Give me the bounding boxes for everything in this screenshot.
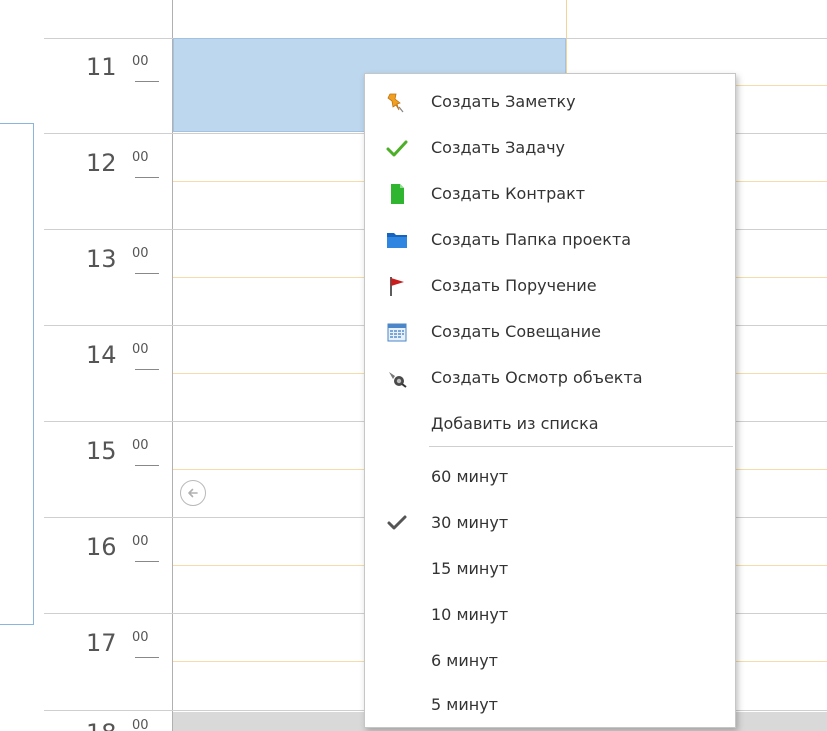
hour-minutes: 00 — [132, 54, 149, 69]
back-arrow-icon[interactable] — [180, 480, 206, 506]
hour-label-18: 18 00 — [86, 712, 166, 731]
minutes-underline — [135, 273, 159, 274]
inspection-icon — [385, 366, 409, 390]
hour-minutes: 00 — [132, 718, 149, 731]
hour-minutes: 00 — [132, 438, 149, 453]
menu-item-add-from-list[interactable]: Добавить из списка — [365, 401, 735, 447]
menu-item-6-min[interactable]: 6 минут — [365, 638, 735, 684]
document-icon — [385, 182, 409, 206]
hour-number: 12 — [86, 149, 117, 177]
folder-icon — [385, 228, 409, 252]
menu-item-create-note[interactable]: Создать Заметку — [365, 79, 735, 125]
menu-item-10-min[interactable]: 10 минут — [365, 592, 735, 638]
hour-number: 18 — [86, 718, 117, 731]
menu-item-create-project-folder[interactable]: Создать Папка проекта — [365, 217, 735, 263]
menu-item-create-meeting[interactable]: Создать Совещание — [365, 309, 735, 355]
minutes-underline — [135, 81, 159, 82]
menu-item-label: Создать Совещание — [431, 322, 601, 341]
checkmark-icon — [385, 511, 409, 535]
menu-item-label: Создать Задачу — [431, 138, 566, 157]
menu-item-label: 6 минут — [431, 651, 498, 670]
hour-number: 13 — [86, 245, 117, 273]
hour-label-13: 13 00 — [86, 244, 166, 304]
hour-label-16: 16 00 — [86, 532, 166, 592]
menu-item-label: Добавить из списка — [431, 414, 599, 433]
hour-number: 11 — [86, 53, 117, 81]
hour-label-17: 17 00 — [86, 628, 166, 688]
hour-number: 17 — [86, 629, 117, 657]
minutes-underline — [135, 657, 159, 658]
menu-item-label: 10 минут — [431, 605, 509, 624]
menu-item-label: Создать Заметку — [431, 92, 576, 111]
menu-item-label: Создать Папка проекта — [431, 230, 632, 249]
range-bracket — [0, 123, 34, 625]
hour-minutes: 00 — [132, 342, 149, 357]
hour-minutes: 00 — [132, 630, 149, 645]
menu-item-30-min[interactable]: 30 минут — [365, 500, 735, 546]
hour-minutes: 00 — [132, 534, 149, 549]
minutes-underline — [135, 465, 159, 466]
menu-item-label: 60 минут — [431, 467, 509, 486]
menu-item-label: 5 минут — [431, 695, 498, 714]
menu-item-label: 30 минут — [431, 513, 509, 532]
hour-label-14: 14 00 — [86, 340, 166, 400]
minutes-underline — [135, 369, 159, 370]
hour-label-15: 15 00 — [86, 436, 166, 496]
menu-item-create-task[interactable]: Создать Задачу — [365, 125, 735, 171]
hour-number: 16 — [86, 533, 117, 561]
hour-number: 15 — [86, 437, 117, 465]
menu-item-label: Создать Поручение — [431, 276, 597, 295]
menu-item-label: Создать Осмотр объекта — [431, 368, 643, 387]
menu-item-create-site-inspection[interactable]: Создать Осмотр объекта — [365, 355, 735, 401]
menu-item-label: Создать Контракт — [431, 184, 586, 203]
flag-icon — [385, 274, 409, 298]
pushpin-icon — [385, 90, 409, 114]
checkmark-icon — [385, 136, 409, 160]
menu-separator — [429, 446, 733, 447]
menu-item-create-contract[interactable]: Создать Контракт — [365, 171, 735, 217]
context-menu: Создать Заметку Создать Задачу Создать К… — [364, 73, 736, 728]
menu-item-15-min[interactable]: 15 минут — [365, 546, 735, 592]
hour-minutes: 00 — [132, 150, 149, 165]
menu-item-label: 15 минут — [431, 559, 509, 578]
minutes-underline — [135, 561, 159, 562]
hour-minutes: 00 — [132, 246, 149, 261]
menu-item-create-assignment[interactable]: Создать Поручение — [365, 263, 735, 309]
hour-label-11: 11 00 — [86, 52, 166, 112]
calendar-icon — [385, 320, 409, 344]
menu-item-5-min[interactable]: 5 минут — [365, 682, 735, 728]
minutes-underline — [135, 177, 159, 178]
menu-item-60-min[interactable]: 60 минут — [365, 454, 735, 500]
hour-number: 14 — [86, 341, 117, 369]
hour-label-12: 12 00 — [86, 148, 166, 208]
